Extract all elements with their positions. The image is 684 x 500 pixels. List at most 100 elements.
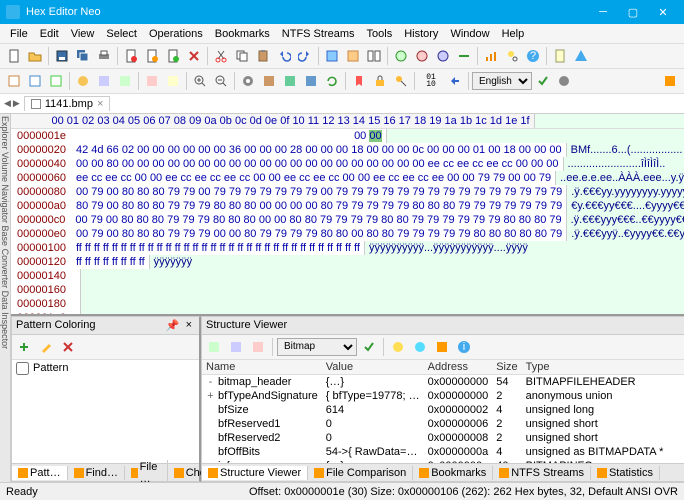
menu-operations[interactable]: Operations xyxy=(143,26,209,42)
tb2-gear-icon[interactable] xyxy=(238,71,258,91)
bottom-tab[interactable]: File Comparison xyxy=(308,466,413,480)
doc-red-icon[interactable] xyxy=(121,46,141,66)
struct-row[interactable]: bfSize6140x000000024unsigned long xyxy=(202,403,684,417)
arrow-icon[interactable] xyxy=(445,71,465,91)
tb2-6-icon[interactable] xyxy=(115,71,135,91)
warn-icon[interactable] xyxy=(571,46,591,66)
tool6-icon[interactable] xyxy=(454,46,474,66)
hex-row[interactable]: 000000c000 79 00 80 80 80 79 79 79 80 80… xyxy=(11,213,684,227)
cut-icon[interactable] xyxy=(211,46,231,66)
struct-col[interactable]: Address xyxy=(424,360,493,375)
binary-icon[interactable]: 0110 xyxy=(418,71,444,91)
tb2-11-icon[interactable] xyxy=(301,71,321,91)
tb2-9-icon[interactable] xyxy=(259,71,279,91)
struct-col[interactable]: Size xyxy=(492,360,521,375)
doc-green-icon[interactable] xyxy=(163,46,183,66)
menu-history[interactable]: History xyxy=(398,26,444,42)
struct-row[interactable]: - bitmap_header{…}0x0000000054BITMAPFILE… xyxy=(202,374,684,389)
find-people-icon[interactable] xyxy=(502,46,522,66)
struct-info-icon[interactable]: i xyxy=(454,337,474,357)
bottom-tab[interactable]: Structure Viewer xyxy=(202,466,308,480)
lang-apply-icon[interactable] xyxy=(533,71,553,91)
pattern-edit-icon[interactable] xyxy=(36,337,56,357)
tb2-1-icon[interactable] xyxy=(4,71,24,91)
nav-left-icon[interactable]: ◀ xyxy=(4,98,11,109)
zoom-in-icon[interactable] xyxy=(190,71,210,91)
hex-row[interactable]: 0000004000 00 80 00 00 00 00 00 00 00 00… xyxy=(11,157,684,171)
menu-file[interactable]: File xyxy=(4,26,34,42)
hex-row[interactable]: 00000120ff ff ff ff ff ff ff ffÿÿÿÿÿÿÿ xyxy=(11,255,684,269)
lang-gear-icon[interactable] xyxy=(554,71,574,91)
struct-t5-icon[interactable] xyxy=(410,337,430,357)
tool1-icon[interactable] xyxy=(322,46,342,66)
hex-row[interactable]: 000000e000 79 00 80 80 80 79 79 79 00 00… xyxy=(11,227,684,241)
hex-pane[interactable]: 00 01 02 03 04 05 06 07 08 09 0a 0b 0c 0… xyxy=(11,114,684,316)
hex-row[interactable]: 000000a080 79 00 80 80 80 79 79 79 80 80… xyxy=(11,199,684,213)
struct-table[interactable]: NameValueAddressSizeTypeDescription - bi… xyxy=(202,360,684,463)
tb2-3-icon[interactable] xyxy=(46,71,66,91)
bookmark-icon[interactable] xyxy=(349,71,369,91)
struct-col[interactable]: Name xyxy=(202,360,322,375)
save-icon[interactable] xyxy=(52,46,72,66)
tb2-2-icon[interactable] xyxy=(25,71,45,91)
compare-icon[interactable] xyxy=(364,46,384,66)
pattern-close-icon[interactable]: × xyxy=(183,319,195,331)
copy-icon[interactable] xyxy=(232,46,252,66)
open-file-icon[interactable] xyxy=(25,46,45,66)
hex-row[interactable]: 00000060ee cc ee cc 00 00 ee cc ee cc ee… xyxy=(11,171,684,185)
menu-edit[interactable]: Edit xyxy=(34,26,65,42)
key-icon[interactable] xyxy=(391,71,411,91)
pattern-checkbox[interactable] xyxy=(16,362,29,375)
language-select[interactable]: English xyxy=(472,72,532,90)
tb2-8-icon[interactable] xyxy=(163,71,183,91)
doc-orange-icon[interactable] xyxy=(142,46,162,66)
maximize-button[interactable]: ▢ xyxy=(618,0,648,24)
hex-row[interactable]: 00000160 xyxy=(11,283,684,297)
hex-row[interactable]: 0000001e 00 00 xyxy=(11,129,684,143)
menu-tools[interactable]: Tools xyxy=(361,26,399,42)
nav-right-icon[interactable]: ▶ xyxy=(13,98,20,109)
close-button[interactable]: ✕ xyxy=(648,0,678,24)
hex-row[interactable]: 00000100ff ff ff ff ff ff ff ff ff ff ff… xyxy=(11,241,684,255)
undo-icon[interactable] xyxy=(274,46,294,66)
print-icon[interactable] xyxy=(94,46,114,66)
menu-view[interactable]: View xyxy=(65,26,101,42)
tool3-icon[interactable] xyxy=(391,46,411,66)
tool4-icon[interactable] xyxy=(412,46,432,66)
bottom-tab[interactable]: Bookmarks xyxy=(413,466,493,480)
menu-help[interactable]: Help xyxy=(496,26,531,42)
struct-row[interactable]: + bfTypeAndSignature{ bfType=19778; …0x0… xyxy=(202,389,684,403)
menu-window[interactable]: Window xyxy=(444,26,495,42)
refresh-icon[interactable] xyxy=(322,71,342,91)
hex-row[interactable]: 00000180 xyxy=(11,297,684,311)
zoom-out-icon[interactable] xyxy=(211,71,231,91)
pattern-add-icon[interactable] xyxy=(14,337,34,357)
struct-tool2-icon[interactable] xyxy=(226,337,246,357)
tb2-4-icon[interactable] xyxy=(73,71,93,91)
lock-icon[interactable] xyxy=(370,71,390,91)
hex-row[interactable]: 00000140 xyxy=(11,269,684,283)
paste-icon[interactable] xyxy=(253,46,273,66)
corner-icon[interactable] xyxy=(660,71,680,91)
tb2-5-icon[interactable] xyxy=(94,71,114,91)
pattern-del-icon[interactable] xyxy=(58,337,78,357)
close-doc-icon[interactable] xyxy=(184,46,204,66)
struct-tool3-icon[interactable] xyxy=(248,337,268,357)
minimize-button[interactable]: ─ xyxy=(588,0,618,24)
script-icon[interactable] xyxy=(550,46,570,66)
bottom-tab[interactable]: NTFS Streams xyxy=(493,466,591,480)
hex-row[interactable]: 0000002042 4d 66 02 00 00 00 00 00 00 36… xyxy=(11,143,684,157)
menu-select[interactable]: Select xyxy=(100,26,143,42)
struct-apply-icon[interactable] xyxy=(359,337,379,357)
tb2-7-icon[interactable] xyxy=(142,71,162,91)
help-icon[interactable]: ? xyxy=(523,46,543,66)
redo-icon[interactable] xyxy=(295,46,315,66)
save-all-icon[interactable] xyxy=(73,46,93,66)
struct-scheme-select[interactable]: Bitmap xyxy=(277,338,357,356)
tab-close-icon[interactable]: × xyxy=(97,98,103,110)
stats-icon[interactable] xyxy=(481,46,501,66)
side-tabs-left[interactable]: Explorer Volume Navigator Base Converter… xyxy=(0,114,11,482)
hex-row[interactable]: 0000008000 79 00 80 80 80 79 79 00 79 79… xyxy=(11,185,684,199)
struct-t6-icon[interactable] xyxy=(432,337,452,357)
tb2-10-icon[interactable] xyxy=(280,71,300,91)
